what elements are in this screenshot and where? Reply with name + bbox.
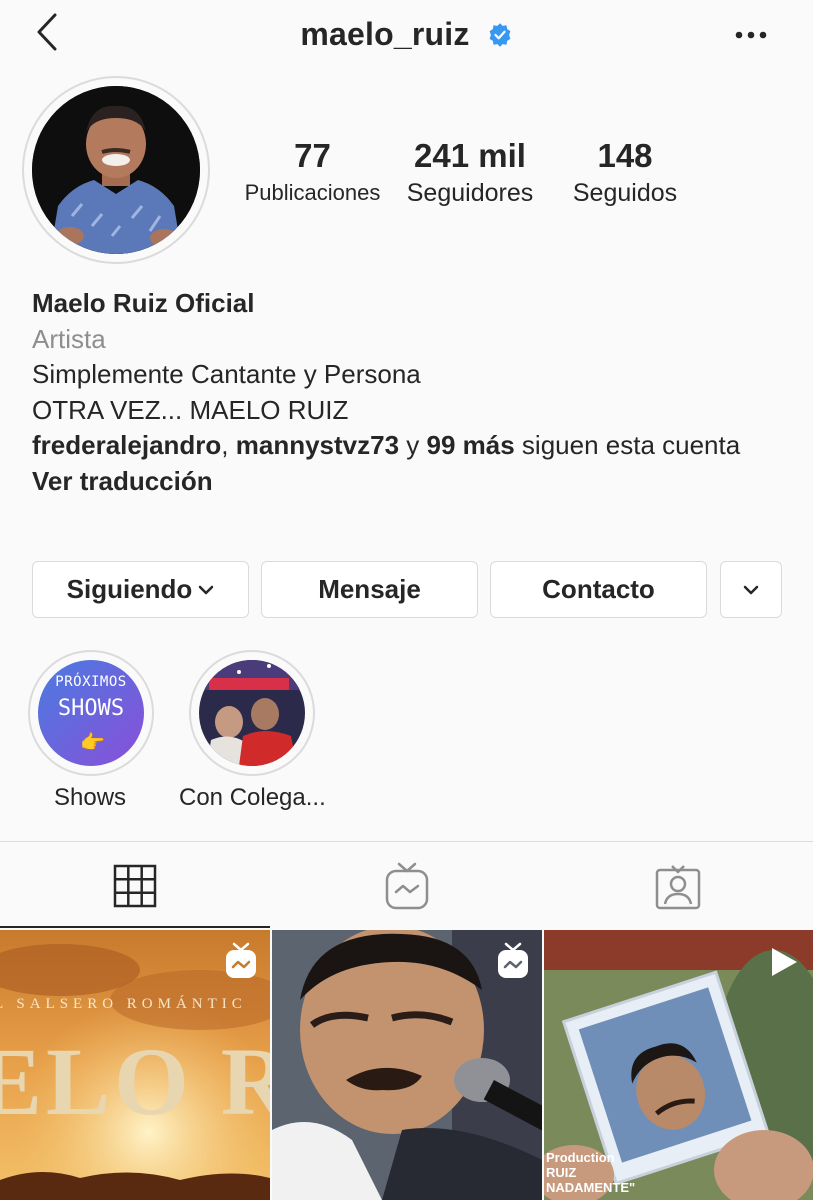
following-label: Seguidos <box>572 179 678 207</box>
tab-grid[interactable] <box>0 842 270 930</box>
followed-by[interactable]: frederalejandro, mannystvz73 y 99 más si… <box>32 428 792 464</box>
highlight-label: Con Colega... <box>179 784 326 811</box>
category-label: Artista <box>32 323 106 354</box>
post-caption: Production RUIZ NADAMENTE" <box>546 1150 635 1195</box>
highlight-cover: PRÓXIMOS SHOWS 👉 <box>38 660 144 766</box>
verified-badge-icon <box>489 22 511 47</box>
bio-line-1: Simplemente Cantante y Persona <box>32 359 421 389</box>
post-overlay-subtitle: L SALSERO ROMÁNTIC <box>0 996 247 1012</box>
followers-count: 241 mil <box>414 137 526 174</box>
highlight-ring: PRÓXIMOS SHOWS 👉 <box>28 650 154 776</box>
pointing-hand-icon: 👉 <box>80 732 105 754</box>
profile-stats: 77 Publicaciones 241 mil Seguidores 148 … <box>230 134 813 214</box>
contact-button[interactable]: Contacto <box>490 561 707 618</box>
display-name: Maelo Ruiz Oficial <box>32 288 255 318</box>
active-tab-indicator <box>0 926 270 928</box>
followers-label: Seguidores <box>406 179 534 207</box>
message-button[interactable]: Mensaje <box>261 561 478 618</box>
followers-stat[interactable]: 241 mil Seguidores <box>395 134 545 208</box>
tab-tagged[interactable] <box>542 842 813 930</box>
followed-more[interactable]: 99 más <box>427 430 515 460</box>
contact-button-label: Contacto <box>542 574 655 604</box>
following-button[interactable]: Siguiendo <box>32 561 249 618</box>
posts-count: 77 <box>294 137 331 174</box>
chevron-down-icon <box>199 585 214 594</box>
posts-stat[interactable]: 77 Publicaciones <box>240 134 385 208</box>
message-button-label: Mensaje <box>318 574 421 604</box>
post-caption-line3: NADAMENTE" <box>546 1180 636 1195</box>
highlight-cover-line2: SHOWS <box>57 696 125 721</box>
followed-user-1[interactable]: frederalejandro <box>32 430 221 460</box>
highlight-cover-line1: PRÓXIMOS <box>55 674 127 690</box>
tab-igtv[interactable] <box>271 842 542 930</box>
followed-tail: siguen esta cuenta <box>514 430 741 460</box>
bio-line-2: OTRA VEZ... MAELO RUIZ <box>32 394 349 425</box>
profile-title: maelo_ruiz <box>0 14 813 53</box>
followed-separator: , <box>221 430 236 460</box>
following-stat[interactable]: 148 Seguidos <box>560 134 690 208</box>
play-icon <box>772 948 797 976</box>
following-button-label: Siguiendo <box>66 574 193 604</box>
followed-user-2[interactable]: mannystvz73 <box>236 430 399 460</box>
username: maelo_ruiz <box>300 16 470 53</box>
igtv-badge-icon <box>498 942 528 978</box>
post-overlay-title: ELO R <box>0 1028 270 1135</box>
tagged-person-icon <box>655 865 700 910</box>
following-count: 148 <box>597 137 653 174</box>
highlight-shows[interactable]: PRÓXIMOS SHOWS 👉 Shows <box>28 650 154 811</box>
igtv-icon <box>385 862 428 910</box>
grid-icon <box>113 864 157 908</box>
posts-label: Publicaciones <box>244 180 381 205</box>
highlight-cover <box>199 660 305 766</box>
followed-and: y <box>399 430 427 460</box>
profile-header: maelo_ruiz <box>0 0 813 70</box>
avatar[interactable] <box>32 86 200 254</box>
profile-bio: Maelo Ruiz Oficial Artista Simplemente C… <box>32 286 792 499</box>
post-thumbnail[interactable] <box>272 930 542 1200</box>
post-caption-line2: RUIZ <box>546 1165 577 1180</box>
highlight-ring <box>189 650 315 776</box>
igtv-badge-icon <box>226 942 256 978</box>
more-horizontal-icon <box>735 31 767 39</box>
post-thumbnail[interactable]: L SALSERO ROMÁNTIC ELO R <box>0 930 270 1200</box>
more-options-button[interactable] <box>731 20 771 50</box>
suggestions-toggle-button[interactable] <box>720 561 782 618</box>
highlight-con-colegas[interactable]: Con Colega... <box>179 650 326 811</box>
see-translation-link[interactable]: Ver traducción <box>32 464 792 500</box>
post-thumbnail[interactable]: Production RUIZ NADAMENTE" <box>544 930 813 1200</box>
chevron-down-icon <box>743 585 759 594</box>
post-caption-line1: Production <box>546 1150 615 1165</box>
highlight-label: Shows <box>54 784 127 811</box>
